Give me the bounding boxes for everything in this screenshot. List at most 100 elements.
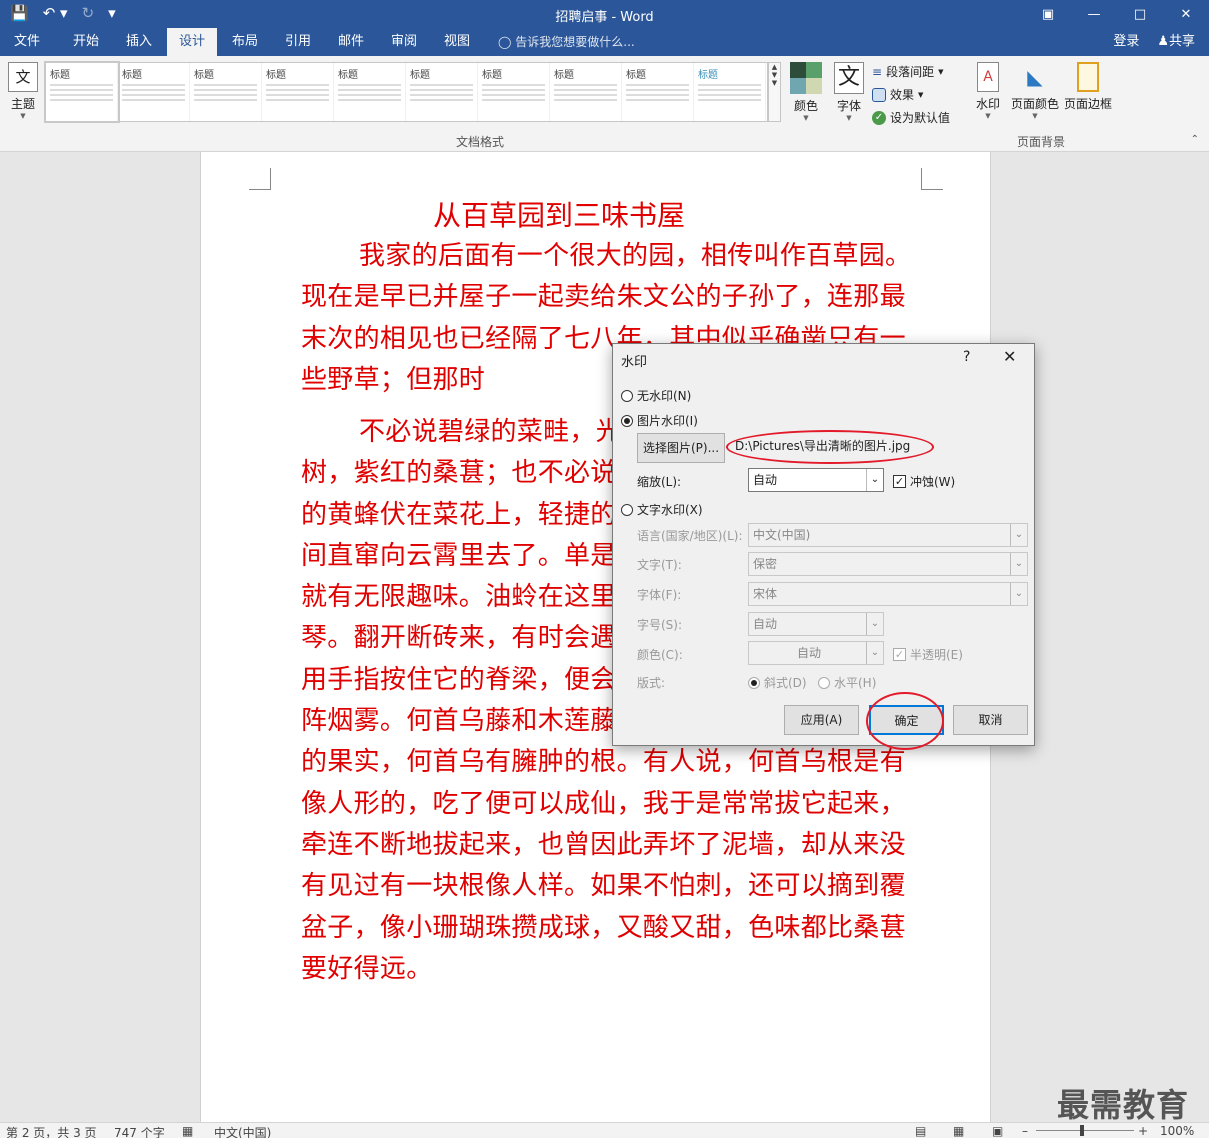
horizontal-radio[interactable]: 水平(H) — [818, 674, 876, 691]
style-set-item[interactable]: 标题 — [44, 61, 120, 123]
document-heading: 从百草园到三味书屋 — [433, 199, 686, 232]
watermark-button[interactable]: A 水印 ▼ — [972, 62, 1004, 120]
chevron-down-icon: ⌄ — [866, 469, 883, 491]
maximize-icon[interactable]: □ — [1117, 0, 1163, 28]
paint-bucket-icon: ◣ — [1027, 65, 1043, 89]
picture-watermark-radio[interactable]: 图片水印(I) — [621, 412, 698, 429]
semitransparent-checkbox[interactable]: ✓ 半透明(E) — [893, 646, 963, 663]
scale-select[interactable]: 自动 ⌄ — [748, 468, 884, 492]
ribbon-display-icon[interactable]: ▣ — [1025, 0, 1071, 28]
style-set-item[interactable]: 标题 — [406, 63, 478, 121]
status-bar: 第 2 页，共 3 页 747 个字 ▦ 中文(中国) ▤ ▦ ▣ – + 10… — [0, 1122, 1209, 1138]
washout-checkbox[interactable]: ✓ 冲蚀(W) — [893, 473, 955, 490]
close-icon[interactable]: ✕ — [1163, 0, 1209, 28]
style-set-item[interactable]: 标题 — [622, 63, 694, 121]
color-label: 颜色(C): — [637, 648, 683, 662]
style-set-item[interactable]: 标题 — [334, 63, 406, 121]
tab-view[interactable]: 视图 — [432, 28, 482, 56]
language-status[interactable]: 中文(中国) — [214, 1124, 271, 1138]
size-select[interactable]: 自动 ⌄ — [748, 612, 884, 636]
zoom-level[interactable]: 100% — [1160, 1124, 1194, 1138]
fonts-icon: 文 — [834, 62, 864, 94]
zoom-in-icon[interactable]: + — [1138, 1124, 1148, 1138]
theme-button[interactable]: 文 主题 ▼ — [6, 62, 40, 120]
highlight-ellipse-ok — [866, 692, 944, 750]
chevron-down-icon: ⌄ — [1010, 583, 1027, 605]
tab-layout[interactable]: 布局 — [220, 28, 270, 56]
dialog-title: 水印 — [621, 355, 648, 370]
no-watermark-radio[interactable]: 无水印(N) — [621, 387, 691, 404]
group-label-page-background: 页面背景 — [1017, 135, 1066, 149]
window-controls: ▣ — □ ✕ — [1025, 0, 1209, 28]
tab-mailings[interactable]: 邮件 — [326, 28, 376, 56]
tab-references[interactable]: 引用 — [273, 28, 323, 56]
style-set-item[interactable]: 标题 — [262, 63, 334, 121]
page-border-button[interactable]: 页面边框 — [1063, 62, 1113, 112]
layout-label: 版式: — [637, 676, 666, 690]
tell-me-box[interactable]: ◯ 告诉我您想要做什么... — [498, 28, 635, 56]
chevron-down-icon: ⌄ — [866, 642, 883, 664]
color-palette-icon — [790, 62, 822, 94]
corner-watermark-text: 最需教育 — [1057, 1086, 1190, 1124]
color-select[interactable]: 自动 ⌄ — [748, 641, 884, 665]
tab-home[interactable]: 开始 — [58, 28, 114, 56]
watermark-dialog: 水印 ? ✕ 无水印(N) 图片水印(I) 选择图片(P)... 缩放(L): … — [612, 343, 1035, 746]
highlight-ellipse-path — [726, 430, 934, 464]
web-layout-icon[interactable]: ▣ — [992, 1124, 1003, 1138]
cancel-button[interactable]: 取消 — [953, 705, 1028, 735]
word-count[interactable]: 747 个字 — [114, 1124, 165, 1138]
check-circle-icon: ✓ — [872, 110, 886, 125]
tab-review[interactable]: 审阅 — [379, 28, 429, 56]
text-select[interactable]: 保密 ⌄ — [748, 552, 1028, 576]
person-icon: ♟ — [1157, 34, 1169, 49]
effects-button[interactable]: 效果 ▼ — [872, 86, 923, 103]
dialog-close-icon[interactable]: ✕ — [1003, 347, 1016, 366]
print-layout-icon[interactable]: ▦ — [953, 1124, 964, 1138]
style-set-item[interactable]: 标题 — [694, 63, 766, 121]
text-watermark-radio[interactable]: 文字水印(X) — [621, 501, 703, 518]
proofing-icon[interactable]: ▦ — [182, 1124, 193, 1138]
chevron-down-icon: ⌄ — [1010, 524, 1027, 546]
style-set-item[interactable]: 标题 — [190, 63, 262, 121]
paragraph-spacing-button[interactable]: ≡ 段落间距 ▼ — [872, 63, 943, 80]
page-count[interactable]: 第 2 页，共 3 页 — [6, 1124, 97, 1138]
watermark-icon: A — [977, 62, 999, 92]
fonts-button[interactable]: 文 字体 ▼ — [832, 62, 866, 122]
ribbon-design: 文 主题 ▼ 标题 标题 标题 标题 标题 标题 标题 标题 标题 标题 ▲ ▼ ▼… — [0, 56, 1209, 152]
style-set-item[interactable]: 标题 — [550, 63, 622, 121]
zoom-slider-thumb[interactable] — [1080, 1125, 1084, 1136]
theme-icon: 文 — [8, 62, 38, 92]
title-bar: 💾 ↶ ▾ ↻ ▾ 招聘启事 - Word ▣ — □ ✕ — [0, 0, 1209, 28]
page-border-icon — [1077, 62, 1099, 92]
zoom-out-icon[interactable]: – — [1022, 1124, 1028, 1138]
login-link[interactable]: 登录 — [1113, 28, 1139, 56]
tab-file[interactable]: 文件 — [0, 28, 54, 56]
font-select[interactable]: 宋体 ⌄ — [748, 582, 1028, 606]
style-set-item[interactable]: 标题 — [118, 63, 190, 121]
paragraph-spacing-icon: ≡ — [872, 64, 883, 79]
tab-insert[interactable]: 插入 — [112, 28, 166, 56]
set-default-button[interactable]: ✓ 设为默认值 — [872, 109, 950, 126]
read-mode-icon[interactable]: ▤ — [915, 1124, 926, 1138]
select-picture-button[interactable]: 选择图片(P)... — [637, 433, 725, 463]
group-label-document-format: 文档格式 — [456, 135, 505, 149]
margin-corner-mark — [249, 168, 271, 190]
minimize-icon[interactable]: — — [1071, 0, 1117, 28]
font-label: 字体(F): — [637, 588, 682, 602]
help-icon[interactable]: ? — [963, 349, 970, 365]
tab-design[interactable]: 设计 — [167, 28, 217, 56]
apply-button[interactable]: 应用(A) — [784, 705, 859, 735]
diagonal-radio[interactable]: 斜式(D) — [748, 674, 807, 691]
language-label: 语言(国家/地区)(L): — [637, 529, 743, 543]
zoom-slider[interactable] — [1036, 1130, 1134, 1131]
lightbulb-icon: ◯ — [498, 35, 512, 49]
gallery-scroll[interactable]: ▲ ▼ ▼ — [768, 62, 781, 122]
share-button[interactable]: ♟共享 — [1157, 28, 1195, 56]
style-set-item[interactable]: 标题 — [478, 63, 550, 121]
page-color-button[interactable]: ◣ 页面颜色 ▼ — [1008, 62, 1062, 120]
collapse-ribbon-icon[interactable]: ⌃ — [1191, 134, 1199, 145]
colors-button[interactable]: 颜色 ▼ — [788, 62, 824, 122]
document-format-gallery: 标题 标题 标题 标题 标题 标题 标题 标题 标题 标题 — [44, 61, 768, 123]
language-select[interactable]: 中文(中国) ⌄ — [748, 523, 1028, 547]
text-label: 文字(T): — [637, 558, 682, 572]
